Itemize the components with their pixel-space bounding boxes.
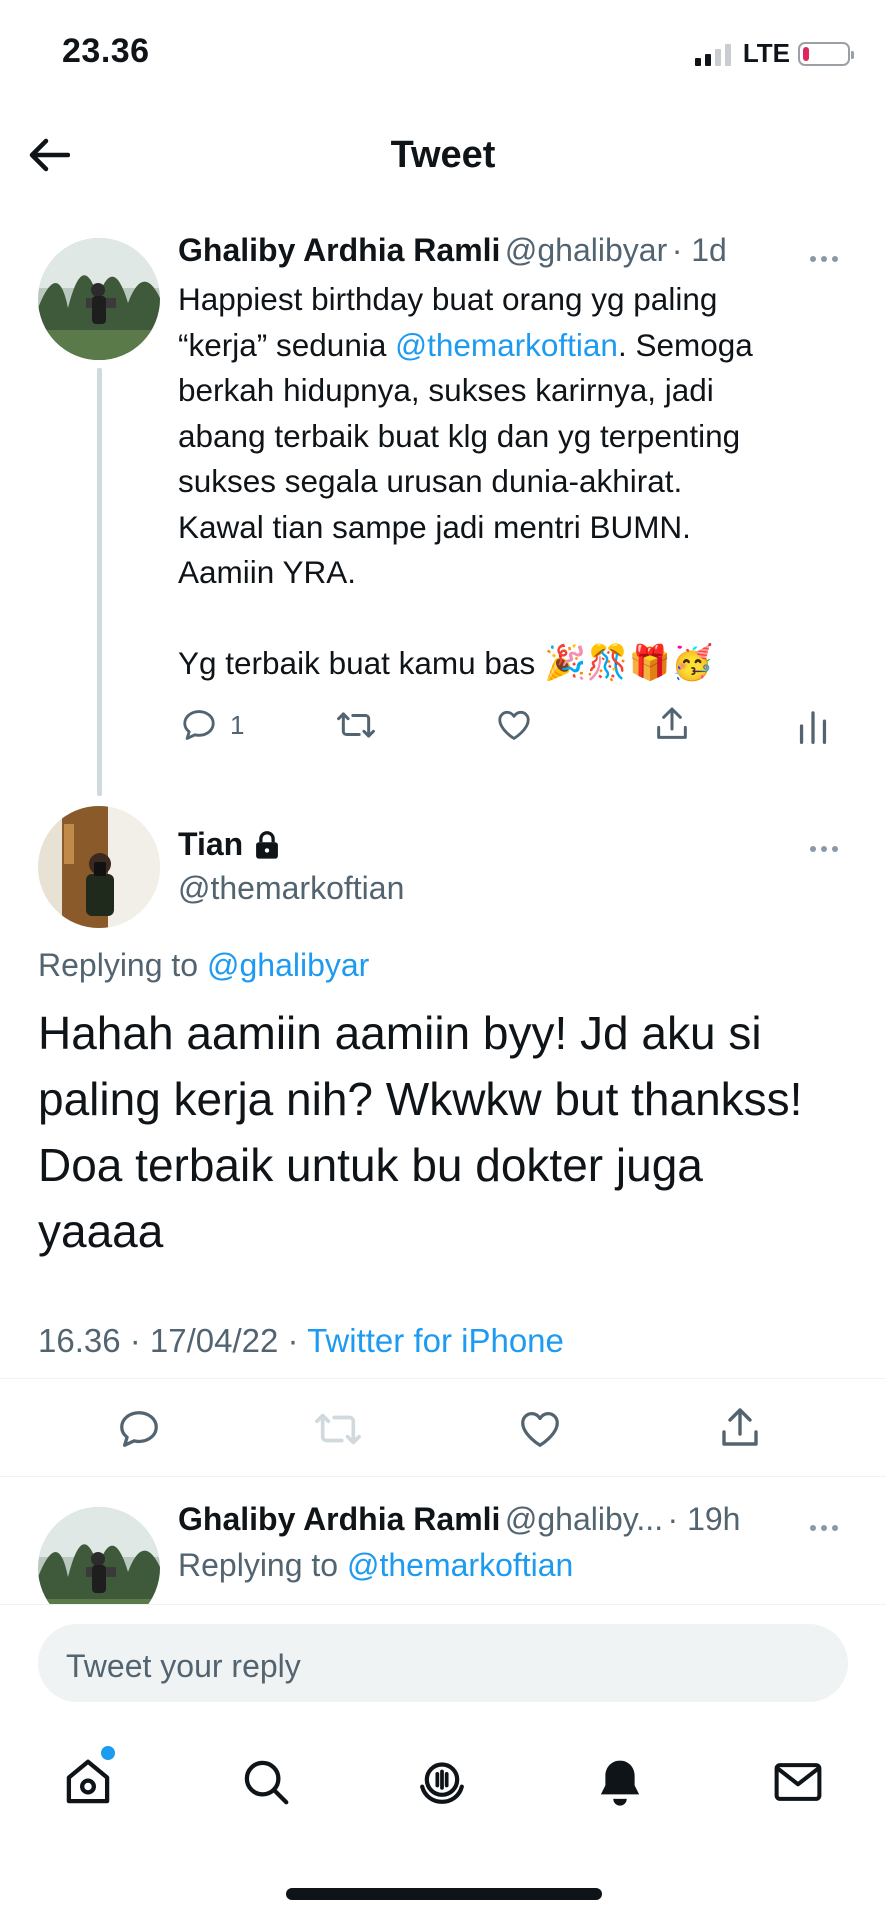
mention-link[interactable]: @themarkoftian bbox=[395, 327, 618, 363]
analytics-button[interactable] bbox=[796, 708, 830, 749]
analytics-icon bbox=[799, 711, 827, 744]
lock-icon bbox=[256, 830, 279, 859]
heart-icon bbox=[498, 710, 530, 740]
nav-search[interactable] bbox=[236, 1752, 296, 1812]
replying-to: Replying to @themarkoftian bbox=[178, 1547, 573, 1584]
nav-spaces[interactable] bbox=[412, 1752, 472, 1812]
notifications-icon bbox=[600, 1760, 640, 1806]
more-dots-icon[interactable] bbox=[810, 250, 838, 268]
tweet-author[interactable]: Ghaliby Ardhia Ramli @ghaliby... · 19h bbox=[178, 1501, 740, 1538]
retweet-icon bbox=[315, 1413, 361, 1445]
more-dots-icon[interactable] bbox=[810, 840, 838, 858]
replying-to: Replying to @ghalibyar bbox=[38, 947, 369, 984]
mention-link[interactable]: @themarkoftian bbox=[347, 1547, 573, 1583]
author-handle: @ghalibyar bbox=[504, 232, 668, 268]
retweet-button[interactable] bbox=[335, 706, 377, 749]
tweet-timestamp: 16.36 · 17/04/22 · bbox=[38, 1322, 308, 1359]
author-handle: @ghaliby... bbox=[504, 1501, 664, 1537]
tweet-author[interactable]: Ghaliby Ardhia Ramli @ghalibyar · 1d bbox=[178, 232, 727, 269]
battery-level bbox=[803, 46, 809, 61]
share-button[interactable] bbox=[652, 704, 692, 749]
author-handle: @themarkoftian bbox=[178, 870, 405, 906]
divider bbox=[0, 1378, 886, 1379]
search-icon bbox=[244, 1760, 289, 1805]
share-icon bbox=[722, 1408, 758, 1446]
nav-home[interactable] bbox=[58, 1752, 118, 1812]
reply-tweet[interactable]: Ghaliby Ardhia Ramli @ghaliby... · 19h R… bbox=[0, 1477, 886, 1604]
nav-messages[interactable] bbox=[768, 1752, 828, 1812]
reply-icon bbox=[120, 1411, 158, 1447]
author-name: Ghaliby Ardhia Ramli bbox=[178, 232, 501, 268]
thread-line bbox=[97, 368, 102, 796]
reply-button[interactable]: 1 bbox=[180, 706, 244, 744]
avatar[interactable] bbox=[38, 806, 160, 928]
tweet-meta: 16.36 · 17/04/22 · Twitter for iPhone bbox=[38, 1322, 564, 1360]
reply-count: 1 bbox=[230, 709, 245, 740]
spaces-icon bbox=[420, 1762, 464, 1804]
tweet-author[interactable]: Tian bbox=[178, 826, 281, 863]
like-button[interactable] bbox=[516, 1406, 564, 1457]
tweet-text: Happiest birthday buat orang yg paling “… bbox=[178, 277, 868, 687]
nav-notifications[interactable] bbox=[590, 1752, 650, 1812]
more-dots-icon[interactable] bbox=[810, 1519, 838, 1537]
replying-label: Replying to bbox=[38, 947, 207, 983]
replying-label: Replying to bbox=[178, 1547, 347, 1583]
reply-placeholder: Tweet your reply bbox=[66, 1648, 301, 1684]
share-button[interactable] bbox=[716, 1404, 764, 1457]
tweet-text: Hahah aamiin aamiin byy! Jd aku si palin… bbox=[38, 1007, 803, 1257]
notification-dot bbox=[101, 1746, 115, 1760]
reply-button[interactable] bbox=[116, 1406, 162, 1457]
retweet-icon bbox=[337, 712, 375, 738]
page-title: Tweet bbox=[390, 134, 496, 176]
avatar[interactable] bbox=[38, 238, 160, 360]
heart-icon bbox=[521, 1412, 559, 1447]
network-type: LTE bbox=[742, 38, 790, 68]
avatar-photo bbox=[38, 238, 160, 360]
avatar[interactable] bbox=[38, 1507, 160, 1604]
avatar-photo bbox=[38, 1507, 160, 1604]
like-button[interactable] bbox=[494, 706, 534, 749]
tweet-age: · 19h bbox=[667, 1501, 741, 1537]
share-icon bbox=[657, 707, 687, 739]
messages-icon bbox=[774, 1763, 822, 1801]
home-indicator[interactable] bbox=[286, 1888, 602, 1900]
reply-icon bbox=[183, 710, 215, 740]
tweet-age: · 1d bbox=[671, 232, 727, 268]
emoji-group: 🎉🎊🎁🥳 bbox=[543, 644, 714, 682]
tweet-source[interactable]: Twitter for iPhone bbox=[307, 1322, 564, 1359]
status-indicators: LTE bbox=[694, 38, 854, 69]
cellular-signal-icon bbox=[694, 42, 731, 66]
author-name: Tian bbox=[178, 826, 244, 862]
tweet-text-part: . Semoga berkah hidupnya, sukses karirny… bbox=[178, 326, 753, 682]
home-icon bbox=[66, 1759, 110, 1804]
mention-link[interactable]: @ghalibyar bbox=[207, 947, 369, 983]
author-name: Ghaliby Ardhia Ramli bbox=[178, 1501, 501, 1537]
divider bbox=[0, 1604, 886, 1605]
retweet-button bbox=[313, 1406, 363, 1457]
status-time: 23.36 bbox=[62, 32, 150, 70]
battery-icon bbox=[798, 41, 854, 66]
avatar-photo bbox=[38, 806, 160, 928]
